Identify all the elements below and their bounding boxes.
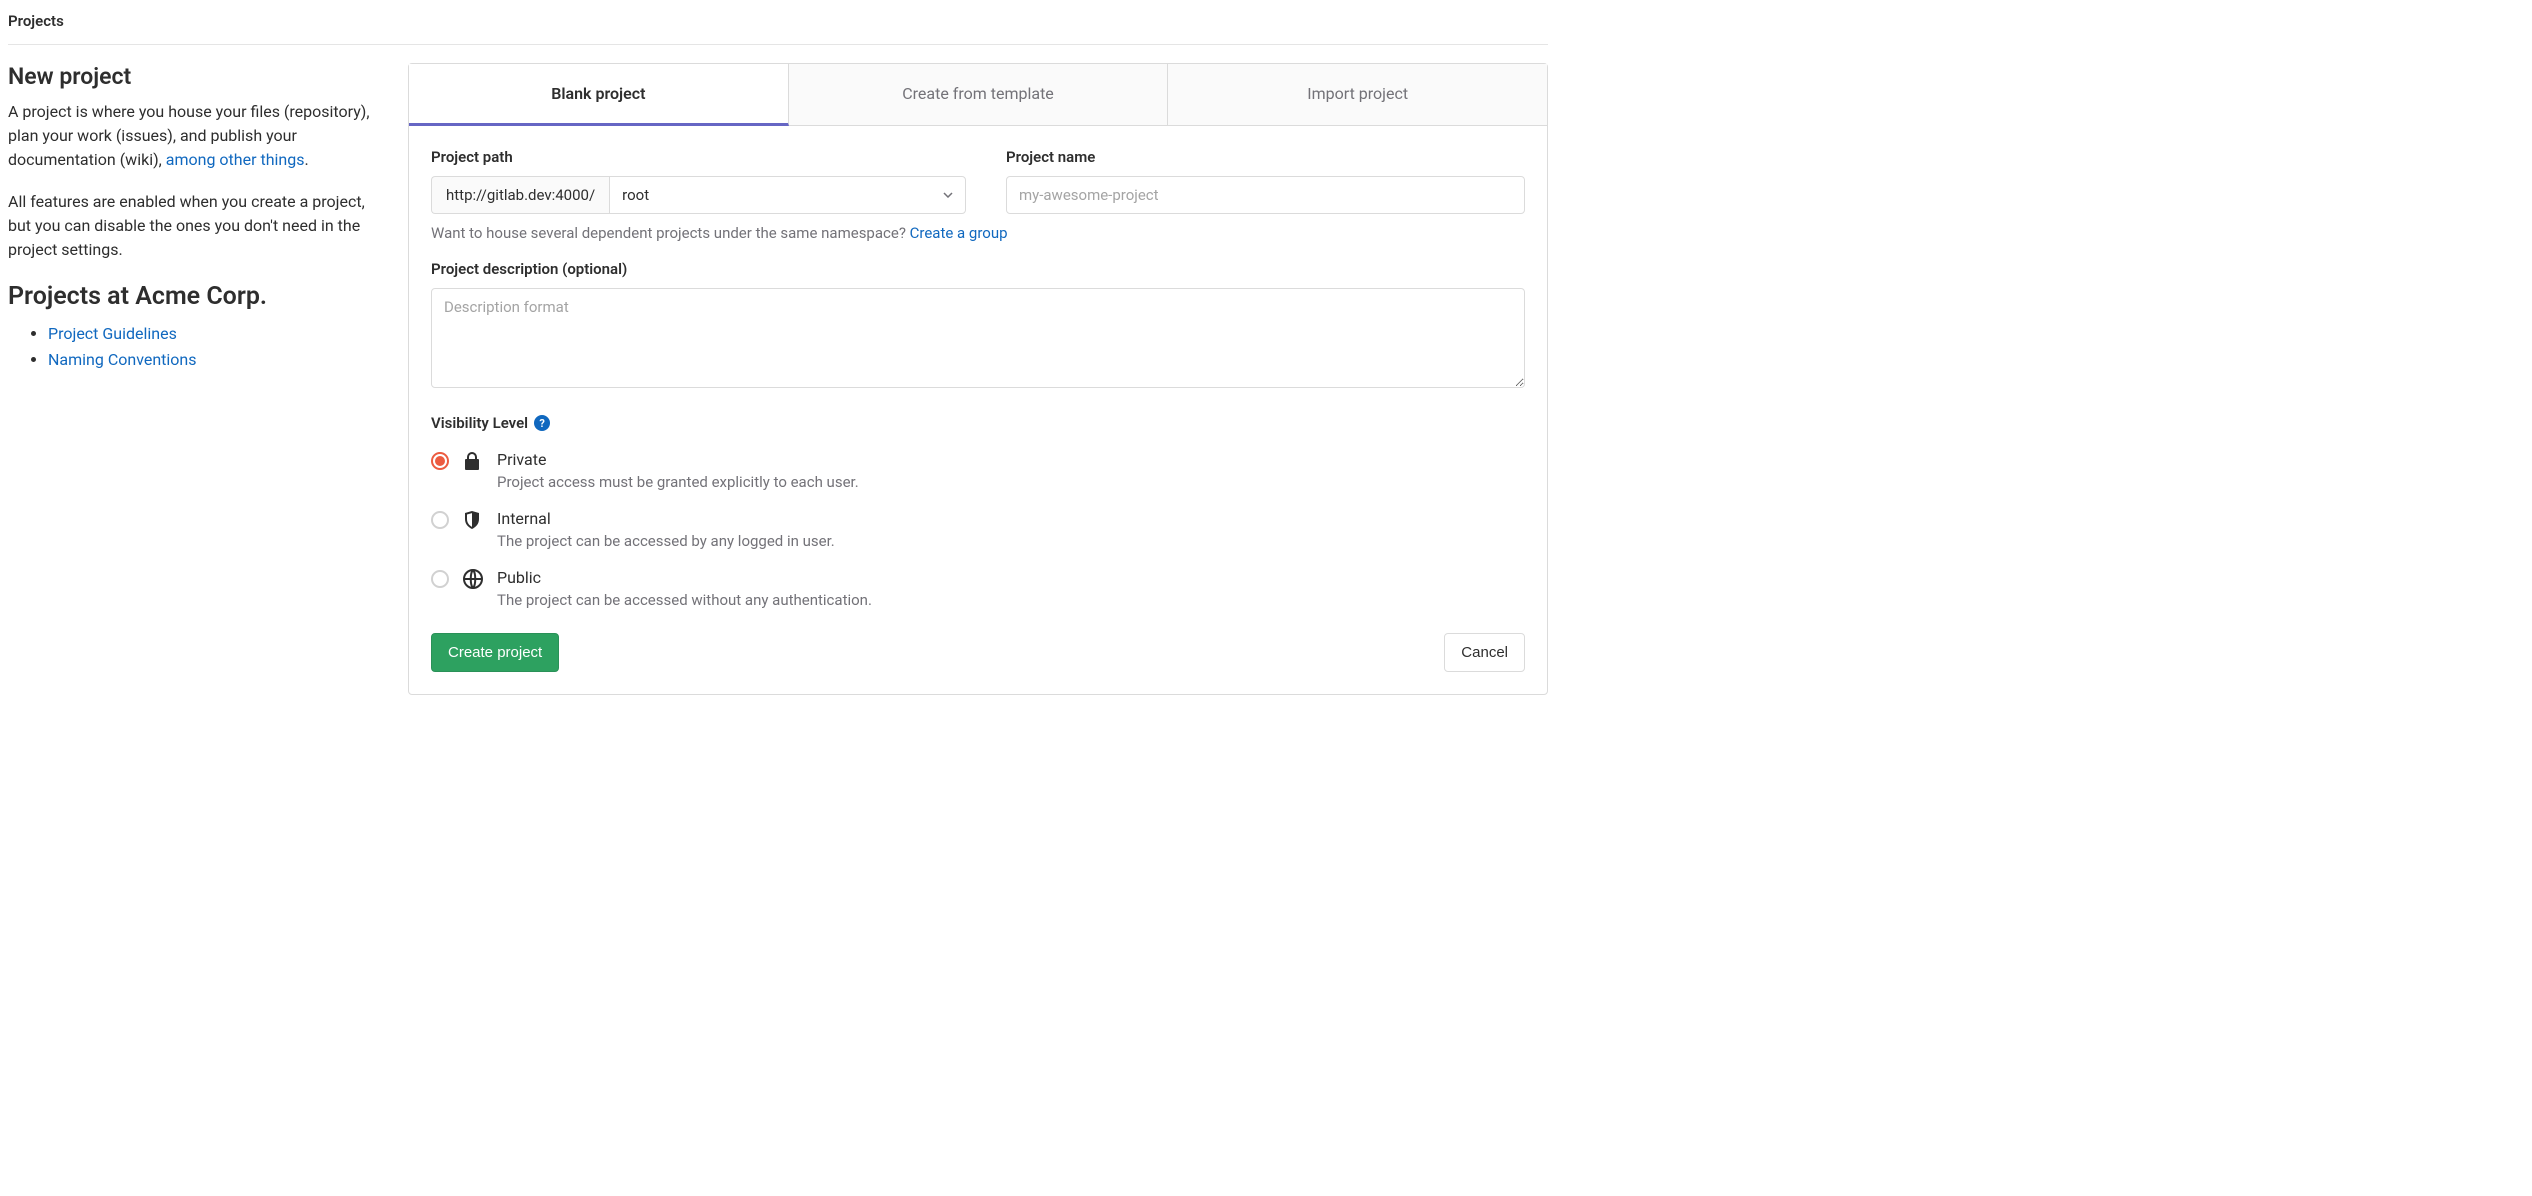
tab-import-project[interactable]: Import project — [1168, 64, 1547, 125]
chevron-down-icon — [943, 192, 953, 198]
visibility-level-label: Visibility Level — [431, 414, 528, 432]
list-item: Naming Conventions — [48, 347, 388, 373]
shield-icon — [463, 510, 483, 530]
project-name-input[interactable] — [1006, 176, 1525, 214]
namespace-select[interactable]: root — [609, 176, 966, 214]
project-path-label: Project path — [431, 148, 966, 166]
visibility-title: Internal — [497, 509, 835, 528]
org-title: Projects at Acme Corp. — [8, 282, 388, 311]
cancel-button[interactable]: Cancel — [1444, 633, 1525, 672]
sidebar: New project A project is where you house… — [8, 63, 388, 695]
globe-icon — [463, 569, 483, 589]
create-project-button[interactable]: Create project — [431, 633, 559, 672]
tabs: Blank project Create from template Impor… — [409, 64, 1547, 126]
sidebar-para-2: All features are enabled when you create… — [8, 190, 388, 262]
visibility-option-internal[interactable]: Internal The project can be accessed by … — [431, 509, 1525, 550]
create-group-link[interactable]: Create a group — [910, 224, 1008, 242]
page-title: New project — [8, 63, 388, 90]
tab-create-from-template[interactable]: Create from template — [789, 64, 1169, 125]
project-name-label: Project name — [1006, 148, 1525, 166]
lock-icon — [463, 451, 483, 471]
main-panel: Blank project Create from template Impor… — [408, 63, 1548, 695]
naming-conventions-link[interactable]: Naming Conventions — [48, 350, 197, 369]
breadcrumb: Projects — [8, 8, 1548, 45]
help-icon[interactable]: ? — [534, 415, 550, 431]
namespace-selected: root — [622, 186, 649, 204]
visibility-desc: Project access must be granted explicitl… — [497, 473, 859, 491]
visibility-desc: The project can be accessed by any logge… — [497, 532, 835, 550]
list-item: Project Guidelines — [48, 321, 388, 347]
sidebar-para-1: A project is where you house your files … — [8, 100, 388, 172]
project-guidelines-link[interactable]: Project Guidelines — [48, 324, 177, 343]
project-description-input[interactable] — [431, 288, 1525, 388]
tab-blank-project[interactable]: Blank project — [409, 64, 789, 126]
namespace-helper: Want to house several dependent projects… — [431, 224, 1525, 242]
visibility-option-public[interactable]: Public The project can be accessed witho… — [431, 568, 1525, 609]
project-path-prefix: http://gitlab.dev:4000/ — [431, 176, 609, 214]
project-description-label: Project description (optional) — [431, 260, 1525, 278]
visibility-desc: The project can be accessed without any … — [497, 591, 872, 609]
radio-private[interactable] — [431, 452, 449, 470]
radio-public[interactable] — [431, 570, 449, 588]
among-other-things-link[interactable]: among other things — [166, 150, 305, 169]
visibility-title: Private — [497, 450, 859, 469]
visibility-option-private[interactable]: Private Project access must be granted e… — [431, 450, 1525, 491]
visibility-title: Public — [497, 568, 872, 587]
radio-internal[interactable] — [431, 511, 449, 529]
